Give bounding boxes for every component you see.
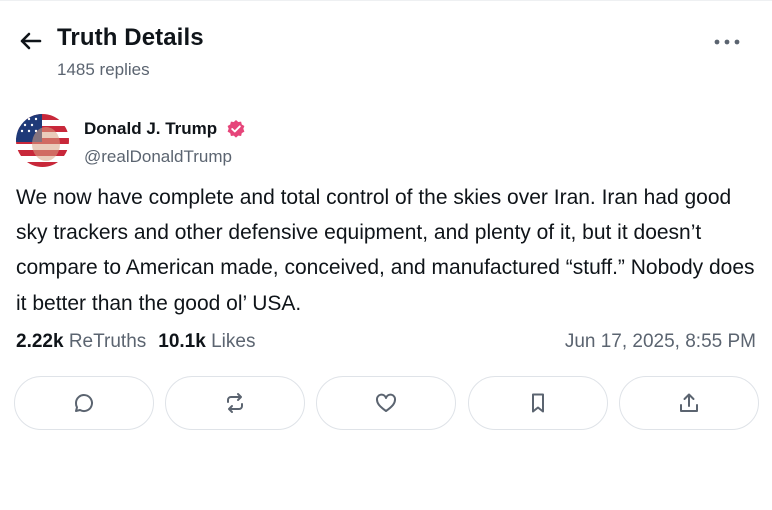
page-title: Truth Details — [57, 24, 204, 51]
retruth-icon — [227, 393, 243, 413]
more-options-button[interactable] — [711, 30, 743, 54]
share-icon — [680, 393, 698, 412]
bookmark-icon — [532, 393, 544, 413]
bookmark-button[interactable] — [468, 376, 608, 430]
action-bar — [14, 376, 760, 430]
reply-count: 1485 replies — [57, 60, 150, 79]
retruths-count: 2.22k — [16, 331, 64, 352]
likes-stat[interactable]: 10.1k Likes — [158, 331, 255, 352]
reply-button[interactable] — [14, 376, 154, 430]
likes-count: 10.1k — [158, 331, 206, 352]
retruth-button[interactable] — [165, 376, 305, 430]
avatar[interactable] — [16, 114, 69, 167]
more-horizontal-icon — [714, 39, 740, 45]
share-button[interactable] — [619, 376, 759, 430]
retruths-label: ReTruths — [68, 331, 147, 352]
likes-label: Likes — [211, 331, 256, 352]
author-name[interactable]: Donald J. Trump — [84, 119, 217, 139]
verified-badge-icon — [226, 119, 246, 139]
author-handle[interactable]: @realDonaldTrump — [84, 147, 232, 167]
reply-icon — [74, 394, 93, 413]
like-heart-icon — [376, 393, 396, 412]
post-timestamp: Jun 17, 2025, 8:55 PM — [564, 331, 756, 352]
post-stats: 2.22k ReTruths 10.1k Likes — [16, 331, 255, 353]
like-button[interactable] — [316, 376, 456, 430]
avatar-image — [16, 114, 69, 167]
page-header: Truth Details 1485 replies — [0, 0, 772, 92]
back-button[interactable] — [16, 26, 46, 56]
arrow-left-icon — [20, 32, 42, 50]
retruths-stat[interactable]: 2.22k ReTruths — [16, 331, 146, 352]
post-text: We now have complete and total control o… — [16, 186, 755, 315]
